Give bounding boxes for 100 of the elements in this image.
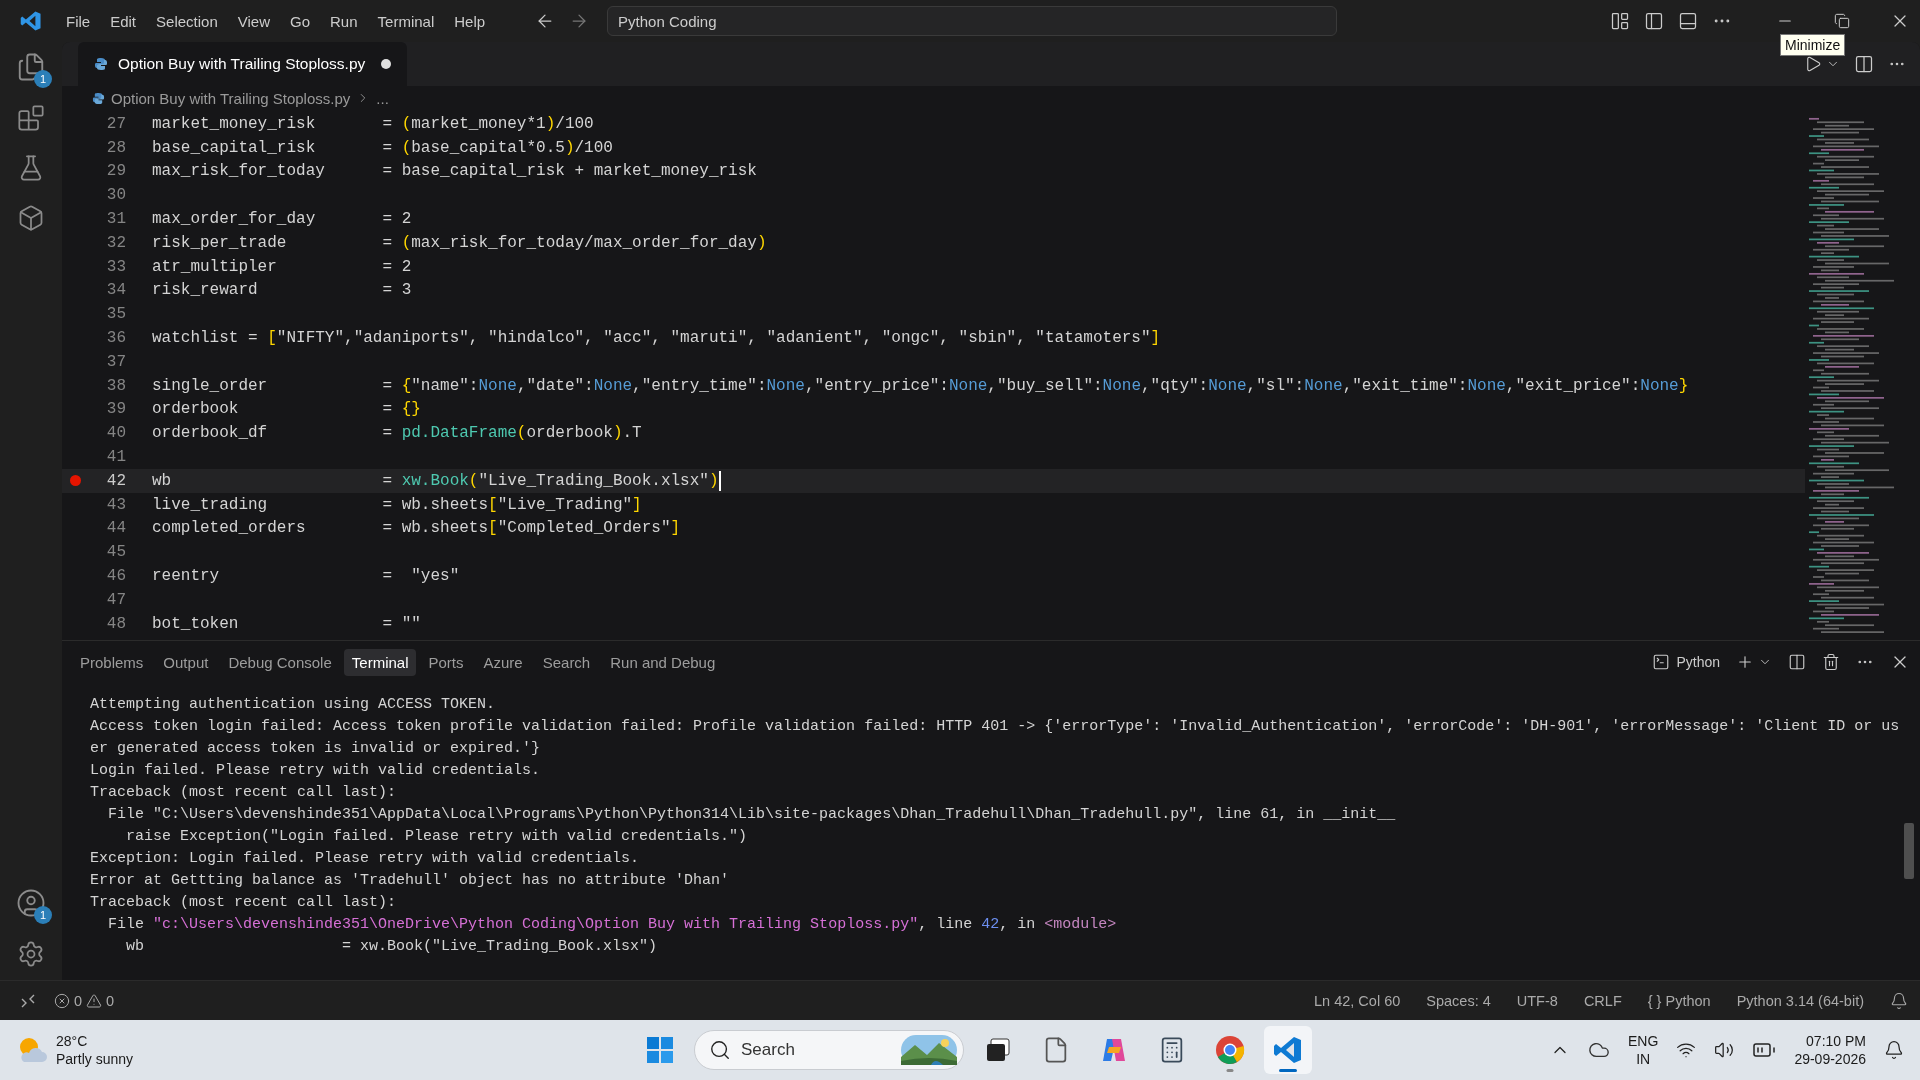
panel-tab[interactable]: Azure: [475, 648, 531, 676]
layout-icon[interactable]: [1610, 11, 1630, 31]
code-editor-logo-icon: [20, 10, 42, 32]
split-editor-icon[interactable]: [1854, 54, 1874, 74]
breadcrumb-item[interactable]: ...: [376, 89, 389, 107]
line-number: 28: [105, 138, 126, 157]
status-item[interactable]: Python 3.14 (64-bit): [1728, 992, 1872, 1009]
notification-badge: 1: [34, 70, 52, 88]
code-line: orderbook_df = pd.DataFrame(orderbook).T: [152, 424, 642, 443]
warning-icon: [86, 992, 103, 1009]
panel-tab[interactable]: Debug Console: [220, 648, 340, 676]
search-field[interactable]: Search: [694, 1030, 964, 1070]
line-number: 40: [105, 424, 126, 443]
status-item[interactable]: { } Python: [1639, 992, 1719, 1009]
menu-item[interactable]: Selection: [146, 12, 228, 30]
status-item[interactable]: Ln 42, Col 60: [1306, 992, 1409, 1009]
command-center[interactable]: Python Coding: [607, 6, 1338, 36]
volume-icon: [1714, 1040, 1735, 1060]
code-line: single_order = {"name":None,"date":None,"entry_time":None,"entry_price":None,"buy_sell":None,"qty":None,"sl":None,"exit_time":None,"exit_price":None}: [152, 376, 1689, 395]
terminal-selector[interactable]: Python: [1652, 653, 1720, 671]
terminal-line: Traceback (most recent call last):: [90, 782, 398, 803]
code-line: risk_reward = 3: [152, 281, 412, 300]
scrollbar[interactable]: [1904, 823, 1914, 879]
breadcrumb-item[interactable]: Option Buy with Trailing Stoploss.py: [111, 89, 351, 107]
python-file-icon: [94, 57, 108, 71]
terminal-line: wb = xw.Book("Live_Trading_Book.xlsx"): [125, 936, 659, 957]
code-line: max_order_for_day = 2: [152, 210, 412, 229]
text-cursor: [718, 470, 721, 491]
line-number: 37: [105, 352, 126, 371]
weather-condition: Partly sunny: [56, 1050, 134, 1068]
windows-logo-icon: [646, 1036, 674, 1064]
temperature: 28°C: [56, 1032, 89, 1050]
files-icon[interactable]: [16, 52, 46, 82]
menu-item[interactable]: Help: [444, 12, 496, 30]
notification-icon[interactable]: [1884, 1040, 1904, 1060]
menu-item[interactable]: Run: [320, 12, 368, 30]
status-item[interactable]: CRLF: [1575, 992, 1630, 1009]
code-line: risk_per_trade = (max_risk_for_today/max_order_for_day): [152, 233, 767, 252]
line-number: 45: [105, 543, 126, 562]
line-number: 43: [105, 495, 126, 514]
problems-status[interactable]: 0 0: [46, 992, 123, 1009]
panel-tab[interactable]: Terminal: [343, 648, 417, 676]
menu-item[interactable]: Edit: [100, 12, 147, 30]
line-number: 44: [105, 519, 126, 538]
python-file-icon: [92, 91, 105, 105]
notification-badge: 1: [34, 906, 52, 924]
code-editor-icon: [1273, 1035, 1303, 1065]
code-line: base_capital_risk = (base_capital*0.5)/100: [152, 138, 613, 157]
add-icon[interactable]: [1736, 653, 1754, 671]
menu-item[interactable]: Terminal: [367, 12, 445, 30]
line-number: 33: [105, 257, 126, 276]
line-number: 27: [105, 114, 126, 133]
status-item[interactable]: Spaces: 4: [1418, 992, 1499, 1009]
cube-icon[interactable]: [17, 204, 45, 232]
language-indicator[interactable]: ENG IN: [1628, 1032, 1659, 1068]
panel-tab[interactable]: Search: [534, 648, 599, 676]
error-icon: [54, 992, 70, 1009]
code-line: live_trading = wb.sheets["Live_Trading"]: [152, 495, 642, 514]
panel-tab[interactable]: Ports: [420, 648, 472, 676]
line-number: 32: [105, 233, 126, 252]
panel-toggle-icon[interactable]: [1678, 11, 1698, 31]
line-number: 41: [105, 448, 126, 467]
terminal-line: er generated access token is invalid or expired.'}: [90, 738, 542, 759]
chrome-icon: [1215, 1035, 1245, 1065]
code-line: atr_multipler = 2: [152, 257, 412, 276]
terminal-line: Login failed. Please retry with valid credentials.: [90, 760, 542, 781]
line-number: 46: [105, 567, 126, 586]
terminal-line: File "C:\Users\devenshinde351\AppData\Local\Programs\Python\Python314\Lib\site-packages\Dhan_Tradehull\Dhan_Tradehull.py", line 61, in __init__: [107, 804, 1397, 825]
line-number: 38: [105, 376, 126, 395]
settings-icon[interactable]: [17, 940, 45, 968]
line-number: 30: [105, 186, 126, 205]
terminal-line: Attempting authentication using ACCESS TOKEN.: [90, 694, 497, 715]
code-line: reentry = "yes": [152, 567, 460, 586]
code-line: completed_orders = wb.sheets["Completed_Orders"]: [152, 519, 681, 538]
search-icon: [709, 1039, 731, 1061]
editor-tab[interactable]: Option Buy with Trailing Stoploss.py: [78, 42, 408, 86]
split-terminal-icon[interactable]: [1788, 653, 1806, 671]
panel-tab[interactable]: Output: [155, 648, 217, 676]
clock[interactable]: 07:10 PM 29-09-2026: [1794, 1032, 1866, 1068]
line-number: 36: [105, 329, 126, 348]
panel-tab[interactable]: Problems: [72, 648, 152, 676]
menu-item[interactable]: File: [56, 12, 101, 30]
terminal-line: Access token login failed: Access token profile validation failed: Profile validation failed: HTTP 401 -> {'errorType': 'Invalid_Authentication', 'errorCode': 'DH-901', 'errorMessage': 'Client ID or us: [90, 716, 1901, 737]
extensions-icon[interactable]: [17, 104, 45, 132]
breakpoint-dot[interactable]: [69, 475, 81, 487]
menu-item[interactable]: View: [227, 12, 280, 30]
delete-icon[interactable]: [1822, 653, 1840, 671]
code-line: bot_token = "": [152, 614, 421, 633]
line-number: 48: [105, 614, 126, 633]
notification-icon[interactable]: [1890, 991, 1908, 1010]
panel-tab[interactable]: Run and Debug: [602, 648, 724, 676]
terminal-line: Traceback (most recent call last):: [90, 892, 398, 913]
account-icon[interactable]: [16, 888, 46, 918]
remote-icon[interactable]: [20, 992, 36, 1009]
status-item[interactable]: UTF-8: [1508, 992, 1566, 1009]
restore-icon[interactable]: [1834, 13, 1850, 29]
terminal-line: raise Exception("Login failed. Please retry with valid credentials."): [125, 826, 749, 847]
run-icon[interactable]: [1804, 55, 1822, 73]
sidebar-toggle-icon[interactable]: [1644, 11, 1664, 31]
menu-item[interactable]: Go: [280, 12, 320, 30]
